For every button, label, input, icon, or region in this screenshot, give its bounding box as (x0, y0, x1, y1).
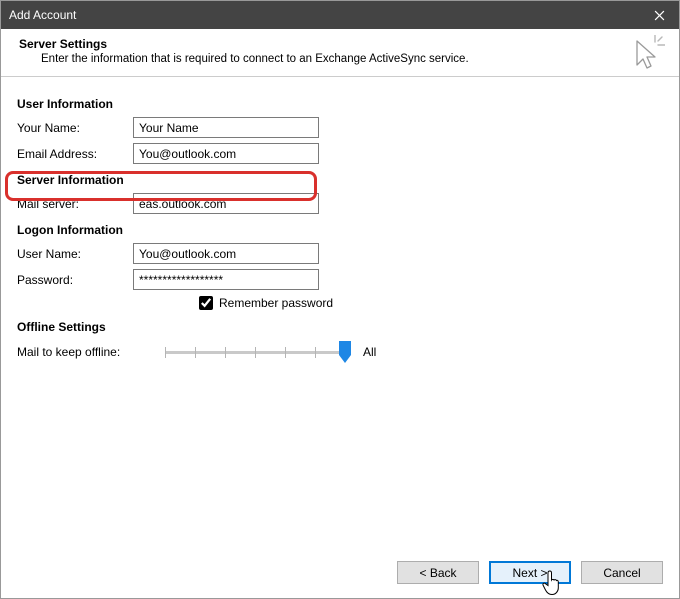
remember-password-label: Remember password (219, 296, 333, 310)
titlebar: Add Account (1, 1, 679, 29)
close-icon (654, 10, 665, 21)
header-title: Server Settings (19, 37, 663, 51)
slider-track (165, 351, 345, 354)
mail-server-input[interactable] (133, 193, 319, 214)
remember-password-row: Remember password (199, 296, 663, 310)
wizard-header: Server Settings Enter the information th… (1, 29, 679, 77)
mail-server-label: Mail server: (17, 197, 133, 211)
section-server-information: Server Information (17, 173, 663, 187)
section-user-information: User Information (17, 97, 663, 111)
back-button[interactable]: < Back (397, 561, 479, 584)
your-name-input[interactable] (133, 117, 319, 138)
section-offline-settings: Offline Settings (17, 320, 663, 334)
mail-to-keep-offline-label: Mail to keep offline: (17, 345, 165, 359)
slider-thumb[interactable] (339, 341, 351, 363)
next-button[interactable]: Next > (489, 561, 571, 584)
slider-end-label: All (363, 345, 376, 359)
close-button[interactable] (639, 1, 679, 29)
cancel-button[interactable]: Cancel (581, 561, 663, 584)
email-address-input[interactable] (133, 143, 319, 164)
wizard-button-bar: < Back Next > Cancel (1, 551, 679, 598)
user-name-input[interactable] (133, 243, 319, 264)
section-logon-information: Logon Information (17, 223, 663, 237)
click-cursor-icon (631, 35, 665, 71)
email-address-label: Email Address: (17, 147, 133, 161)
your-name-label: Your Name: (17, 121, 133, 135)
remember-password-checkbox[interactable] (199, 296, 213, 310)
window-title: Add Account (9, 8, 639, 22)
user-name-label: User Name: (17, 247, 133, 261)
wizard-body: User Information Your Name: Email Addres… (1, 77, 679, 551)
header-subtitle: Enter the information that is required t… (41, 53, 663, 65)
password-input[interactable] (133, 269, 319, 290)
offline-slider[interactable] (165, 340, 345, 364)
password-label: Password: (17, 273, 133, 287)
add-account-dialog: Add Account Server Settings Enter the in… (0, 0, 680, 599)
